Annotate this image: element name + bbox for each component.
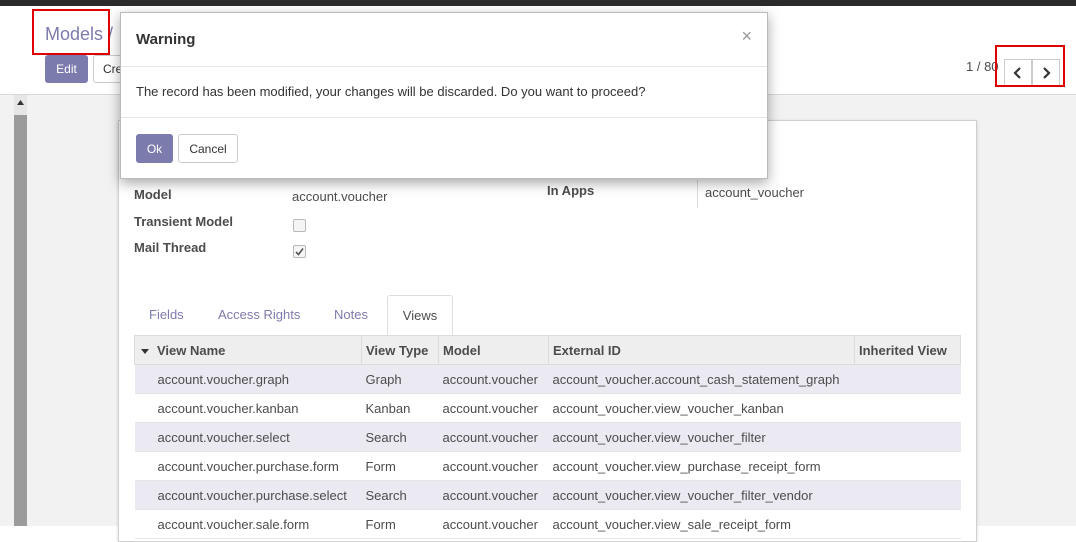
cell-view-type: Search bbox=[361, 422, 439, 452]
table-row[interactable]: account.voucher.select Search account.vo… bbox=[134, 422, 961, 452]
cell-external-id: account_voucher.view_voucher_filter_vend… bbox=[548, 480, 855, 510]
breadcrumb[interactable]: Models / bbox=[45, 24, 113, 45]
cell-model: account.voucher bbox=[438, 509, 549, 539]
cell-external-id: account_voucher.view_sale_receipt_form bbox=[548, 509, 855, 539]
scrollbar-thumb[interactable] bbox=[14, 115, 27, 526]
create-button[interactable]: Create bbox=[93, 55, 123, 83]
chevron-right-icon bbox=[1043, 67, 1051, 79]
field-divider bbox=[697, 180, 698, 208]
column-header-view-name[interactable]: View Name bbox=[134, 335, 362, 365]
table-row[interactable]: account.voucher.kanban Kanban account.vo… bbox=[134, 393, 961, 423]
field-label-model: Model bbox=[134, 187, 172, 202]
dialog-header-divider bbox=[121, 66, 767, 67]
transient-model-checkbox[interactable] bbox=[293, 219, 306, 232]
cancel-button[interactable]: Cancel bbox=[178, 134, 238, 163]
pager-next-button[interactable] bbox=[1032, 59, 1060, 87]
tab-views[interactable]: Views bbox=[387, 295, 453, 335]
tab-notes[interactable]: Notes bbox=[320, 295, 382, 335]
cell-view-name: account.voucher.purchase.select bbox=[134, 480, 362, 510]
views-table: View Name View Type Model External ID In… bbox=[134, 335, 961, 539]
cell-external-id: account_voucher.account_cash_statement_g… bbox=[548, 364, 855, 394]
column-header-view-type[interactable]: View Type bbox=[361, 335, 439, 365]
checkmark-icon bbox=[295, 248, 304, 256]
field-label-mail-thread: Mail Thread bbox=[134, 240, 207, 255]
cell-view-name: account.voucher.graph bbox=[134, 364, 362, 394]
edit-button[interactable]: Edit bbox=[45, 55, 88, 83]
cell-model: account.voucher bbox=[438, 364, 549, 394]
chevron-left-icon bbox=[1013, 67, 1021, 79]
dialog-title: Warning bbox=[136, 31, 196, 48]
cell-view-type: Kanban bbox=[361, 393, 439, 423]
field-label-in-apps: In Apps bbox=[547, 183, 595, 198]
cell-external-id: account_voucher.view_voucher_kanban bbox=[548, 393, 855, 423]
notebook-tabs: Fields Access Rights Notes Views bbox=[135, 295, 959, 336]
cell-view-name: account.voucher.purchase.form bbox=[134, 451, 362, 481]
tab-fields[interactable]: Fields bbox=[135, 295, 198, 335]
close-icon[interactable]: × bbox=[741, 27, 752, 45]
field-value-in-apps: account_voucher bbox=[705, 185, 805, 200]
table-row[interactable]: account.voucher.purchase.select Search a… bbox=[134, 480, 961, 510]
cell-view-type: Graph bbox=[361, 364, 439, 394]
column-header-inherited-view[interactable]: Inherited View bbox=[854, 335, 961, 365]
cell-inherited-view bbox=[854, 422, 961, 452]
column-header-external-id[interactable]: External ID bbox=[548, 335, 855, 365]
cell-view-name: account.voucher.select bbox=[134, 422, 362, 452]
column-header-model[interactable]: Model bbox=[438, 335, 549, 365]
cell-inherited-view bbox=[854, 480, 961, 510]
warning-dialog: Warning × The record has been modified, … bbox=[120, 12, 768, 179]
cell-model: account.voucher bbox=[438, 451, 549, 481]
table-row[interactable]: account.voucher.purchase.form Form accou… bbox=[134, 451, 961, 481]
table-row[interactable]: account.voucher.sale.form Form account.v… bbox=[134, 509, 961, 539]
ok-button[interactable]: Ok bbox=[136, 134, 173, 163]
field-value-model: account.voucher bbox=[292, 189, 388, 204]
cell-model: account.voucher bbox=[438, 480, 549, 510]
cell-external-id: account_voucher.view_purchase_receipt_fo… bbox=[548, 451, 855, 481]
cell-inherited-view bbox=[854, 509, 961, 539]
table-row[interactable]: account.voucher.graph Graph account.vouc… bbox=[134, 364, 961, 394]
field-label-transient-model: Transient Model bbox=[134, 214, 233, 229]
cell-model: account.voucher bbox=[438, 422, 549, 452]
cell-inherited-view bbox=[854, 364, 961, 394]
pager-previous-button[interactable] bbox=[1004, 59, 1032, 87]
pager-value[interactable]: 1 / 80 bbox=[966, 59, 999, 74]
cell-view-name: account.voucher.kanban bbox=[134, 393, 362, 423]
cell-model: account.voucher bbox=[438, 393, 549, 423]
cell-inherited-view bbox=[854, 451, 961, 481]
cell-inherited-view bbox=[854, 393, 961, 423]
dialog-message: The record has been modified, your chang… bbox=[136, 84, 646, 99]
scroll-up-arrow-icon[interactable] bbox=[14, 95, 27, 109]
dialog-footer-divider bbox=[121, 117, 767, 118]
tab-access-rights[interactable]: Access Rights bbox=[204, 295, 314, 335]
table-header-row: View Name View Type Model External ID In… bbox=[134, 335, 961, 365]
cell-view-type: Search bbox=[361, 480, 439, 510]
cell-external-id: account_voucher.view_voucher_filter bbox=[548, 422, 855, 452]
mail-thread-checkbox[interactable] bbox=[293, 245, 306, 258]
cell-view-name: account.voucher.sale.form bbox=[134, 509, 362, 539]
sort-caret-icon[interactable] bbox=[141, 348, 149, 354]
cell-view-type: Form bbox=[361, 451, 439, 481]
cell-view-type: Form bbox=[361, 509, 439, 539]
